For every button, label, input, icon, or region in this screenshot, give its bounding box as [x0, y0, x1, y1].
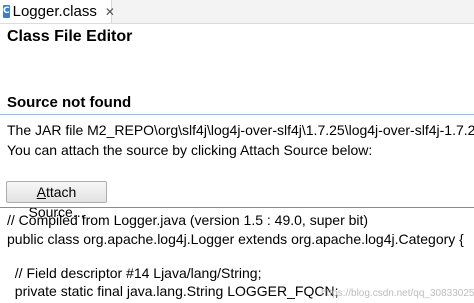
tab-logger-class[interactable]: C Logger.class ✕ — [0, 0, 115, 23]
attach-source-button[interactable]: Attach Source... — [6, 181, 107, 220]
jar-file-message: The JAR file M2_REPO\org\slf4j\log4j-ove… — [7, 122, 474, 138]
watermark: https://blog.csdn.net/qq_30833025 — [321, 288, 474, 299]
class-file-icon: C — [3, 5, 10, 18]
editor-tab-bar: C Logger.class ✕ — [0, 0, 474, 24]
attach-mnemonic: A — [36, 184, 46, 200]
attach-hint-message: You can attach the source by clicking At… — [7, 142, 373, 158]
code-line: // Field descriptor #14 Ljava/lang/Strin… — [7, 265, 262, 281]
section-divider — [0, 114, 474, 115]
editor-title: Class File Editor — [7, 28, 133, 45]
close-icon[interactable]: ✕ — [105, 6, 115, 18]
code-line: private static final java.lang.String LO… — [7, 283, 339, 299]
code-line: // Compiled from Logger.java (version 1.… — [7, 212, 369, 228]
tab-label: Logger.class — [12, 3, 97, 20]
code-divider — [0, 207, 474, 208]
code-line: public class org.apache.log4j.Logger ext… — [7, 231, 464, 247]
source-not-found-heading: Source not found — [7, 94, 132, 111]
